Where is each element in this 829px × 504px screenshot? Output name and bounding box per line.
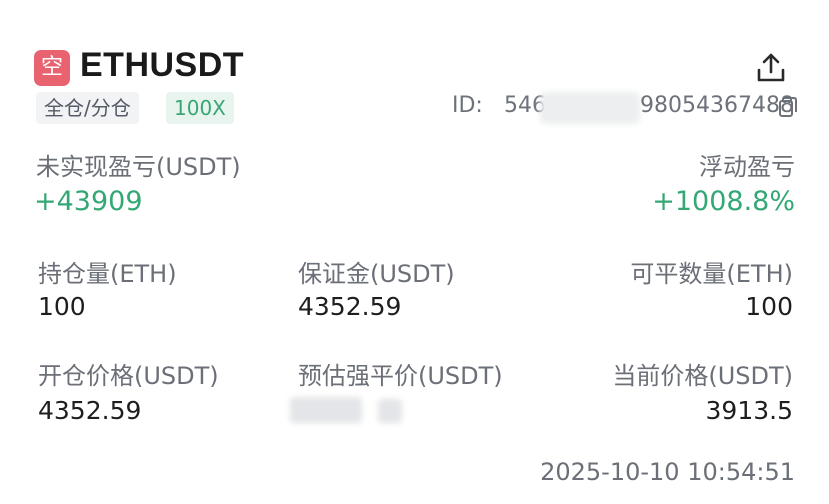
- margin-value: 4352.59: [298, 292, 402, 321]
- floating-pnl-label: 浮动盈亏: [699, 153, 795, 181]
- liquidation-price-redaction-tail: [378, 399, 402, 423]
- share-icon[interactable]: [753, 50, 789, 86]
- mark-price-value: 3913.5: [705, 396, 793, 425]
- position-size-label: 持仓量(ETH): [38, 260, 177, 288]
- margin-label: 保证金(USDT): [298, 260, 455, 288]
- id-redaction: [540, 92, 640, 124]
- margin-mode-tag[interactable]: 全仓/分仓: [36, 92, 139, 124]
- leverage-tag[interactable]: 100X: [166, 92, 234, 124]
- copy-icon[interactable]: [778, 96, 798, 118]
- short-side-badge: 空: [34, 50, 70, 86]
- entry-price-label: 开仓价格(USDT): [38, 362, 219, 390]
- unrealized-pnl-value: +43909: [34, 186, 143, 217]
- position-id-value-tail: 98054367488: [640, 93, 794, 118]
- position-size-value: 100: [38, 292, 86, 321]
- floating-pnl-value: +1008.8%: [652, 186, 795, 217]
- entry-price-value: 4352.59: [38, 396, 142, 425]
- closable-qty-label: 可平数量(ETH): [630, 260, 793, 288]
- closable-qty-value: 100: [745, 292, 793, 321]
- position-card: 空 ETHUSDT 全仓/分仓 100X ID: 546 98054367488…: [0, 0, 829, 504]
- unrealized-pnl-label: 未实现盈亏(USDT): [36, 153, 241, 181]
- timestamp: 2025-10-10 10:54:51: [540, 458, 795, 486]
- position-id-label: ID:: [452, 93, 483, 118]
- liquidation-price-label: 预估强平价(USDT): [298, 362, 503, 390]
- mark-price-label: 当前价格(USDT): [612, 362, 793, 390]
- liquidation-price-redaction: [290, 397, 362, 423]
- symbol-title: ETHUSDT: [80, 46, 245, 84]
